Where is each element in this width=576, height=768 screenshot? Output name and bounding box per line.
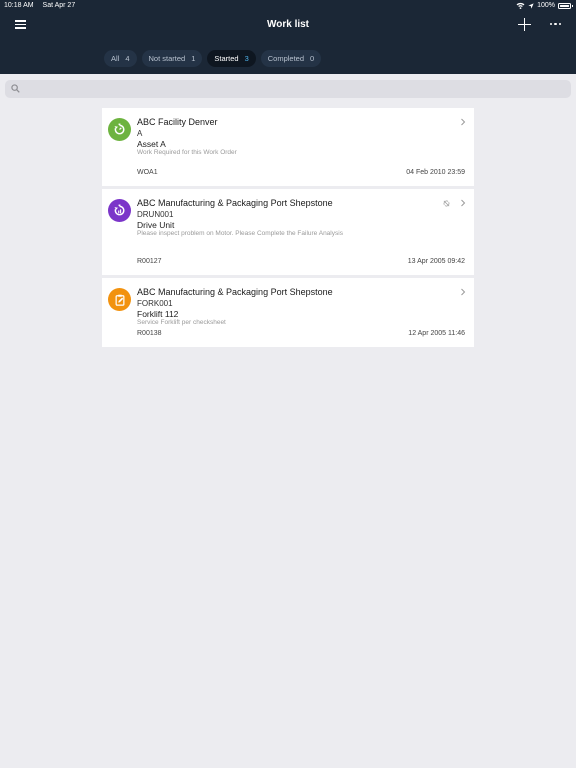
search-icon: [11, 84, 20, 93]
status-time: 10:18 AM: [4, 2, 34, 9]
filter-count: 3: [244, 54, 249, 63]
work-order-card[interactable]: ABC Manufacturing & Packaging Port Sheps…: [102, 189, 474, 275]
chevron-right-icon: [461, 199, 466, 207]
filter-label: All: [111, 54, 120, 63]
stopwatch-bars-icon: [114, 204, 125, 216]
work-order-card[interactable]: ABC Manufacturing & Packaging Port Sheps…: [102, 278, 474, 347]
work-order-reference: R00127: [137, 258, 162, 265]
status-date: Sat Apr 27: [42, 2, 76, 9]
asset-code: FORK001: [137, 299, 173, 308]
page-title: Work list: [266, 19, 310, 30]
work-order-date: 04 Feb 2010 23:59: [406, 169, 465, 176]
asset-name: Forklift 112: [137, 309, 179, 319]
clipboard-edit-icon: [115, 294, 124, 306]
work-order-reference: WOA1: [137, 169, 158, 176]
work-order-reference: R00138: [137, 330, 162, 337]
filter-completed[interactable]: Completed 0: [260, 50, 322, 67]
filter-count: 0: [310, 54, 315, 63]
filter-label: Not started: [148, 54, 186, 63]
filter-not-started[interactable]: Not started 1: [141, 50, 203, 67]
filter-label: Completed: [267, 54, 305, 63]
work-description: Work Required for this Work Order: [137, 149, 237, 156]
more-options-button[interactable]: [550, 23, 562, 27]
work-description: Please inspect problem on Motor. Please …: [137, 230, 343, 237]
work-order-date: 13 Apr 2005 09:42: [407, 258, 465, 265]
add-button[interactable]: [518, 18, 531, 31]
work-order-card[interactable]: ABC Facility Denver A Asset A Work Requi…: [102, 108, 474, 186]
filter-all[interactable]: All 4: [104, 50, 137, 67]
filter-count: 4: [125, 54, 130, 63]
sync-off-icon: [443, 200, 450, 207]
work-order-avatar: [108, 199, 131, 222]
ellipsis-icon: [550, 23, 553, 26]
work-order-date: 12 Apr 2005 11:46: [408, 330, 465, 337]
refresh-stopwatch-icon: [114, 123, 125, 135]
filter-label: Started: [214, 54, 239, 63]
filter-started[interactable]: Started 3: [207, 50, 256, 67]
asset-code: A: [137, 129, 143, 138]
filter-count: 1: [191, 54, 196, 63]
asset-code: DRUN001: [137, 210, 174, 219]
search-input[interactable]: [25, 80, 565, 98]
wifi-icon: [516, 2, 525, 9]
site-name: ABC Manufacturing & Packaging Port Sheps…: [137, 198, 333, 208]
work-order-avatar: [108, 288, 131, 311]
work-description: Service Forklift per checksheet: [137, 319, 226, 326]
asset-name: Asset A: [137, 139, 166, 149]
status-bar: 10:18 AM Sat Apr 27 100%: [0, 0, 576, 12]
site-name: ABC Manufacturing & Packaging Port Sheps…: [137, 287, 333, 297]
asset-name: Drive Unit: [137, 220, 175, 230]
chevron-right-icon: [461, 118, 466, 126]
location-arrow-icon: [528, 2, 534, 9]
work-order-avatar: [108, 118, 131, 141]
battery-percent: 100%: [537, 2, 555, 9]
search-bar: [5, 80, 571, 98]
site-name: ABC Facility Denver: [137, 117, 218, 127]
filter-tabs: All 4 Not started 1 Started 3 Completed …: [104, 50, 322, 67]
nav-header: 10:18 AM Sat Apr 27 100% Work list All 4: [0, 0, 576, 74]
chevron-right-icon: [461, 288, 466, 296]
battery-icon: [558, 2, 573, 9]
